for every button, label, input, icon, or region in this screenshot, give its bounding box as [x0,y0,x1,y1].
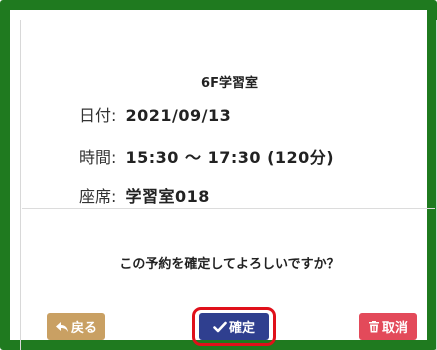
divider [22,208,435,209]
time-label: 時間: [79,148,117,167]
date-label: 日付: [79,106,117,125]
cancel-label: 取消 [381,321,408,336]
trash-icon [368,320,380,333]
seat-row: 座席: 学習室018 [79,183,210,207]
reservation-dialog: 6F学習室 日付: 2021/09/13 時間: 15:30 ～ 17:30 (… [20,20,437,350]
back-label: 戻る [70,321,97,336]
time-row: 時間: 15:30 ～ 17:30 (120分) [79,144,334,168]
seat-label: 座席: [79,187,117,206]
confirm-label: 確定 [228,321,255,336]
time-value: 15:30 ～ 17:30 (120分) [125,148,335,167]
seat-value: 学習室018 [125,187,210,206]
check-icon [213,321,227,333]
confirm-question: この予約を確定してよろしいですか？ [119,257,340,272]
dialog-frame: 6F学習室 日付: 2021/09/13 時間: 15:30 ～ 17:30 (… [0,0,437,350]
date-value: 2021/09/13 [125,106,232,125]
cancel-button[interactable]: 取消 [359,313,417,340]
back-button[interactable]: 戻る [47,313,105,340]
room-title: 6F学習室 [201,76,258,91]
confirm-button[interactable]: 確定 [199,313,269,340]
reply-arrow-icon [55,321,69,333]
date-row: 日付: 2021/09/13 [79,102,231,126]
